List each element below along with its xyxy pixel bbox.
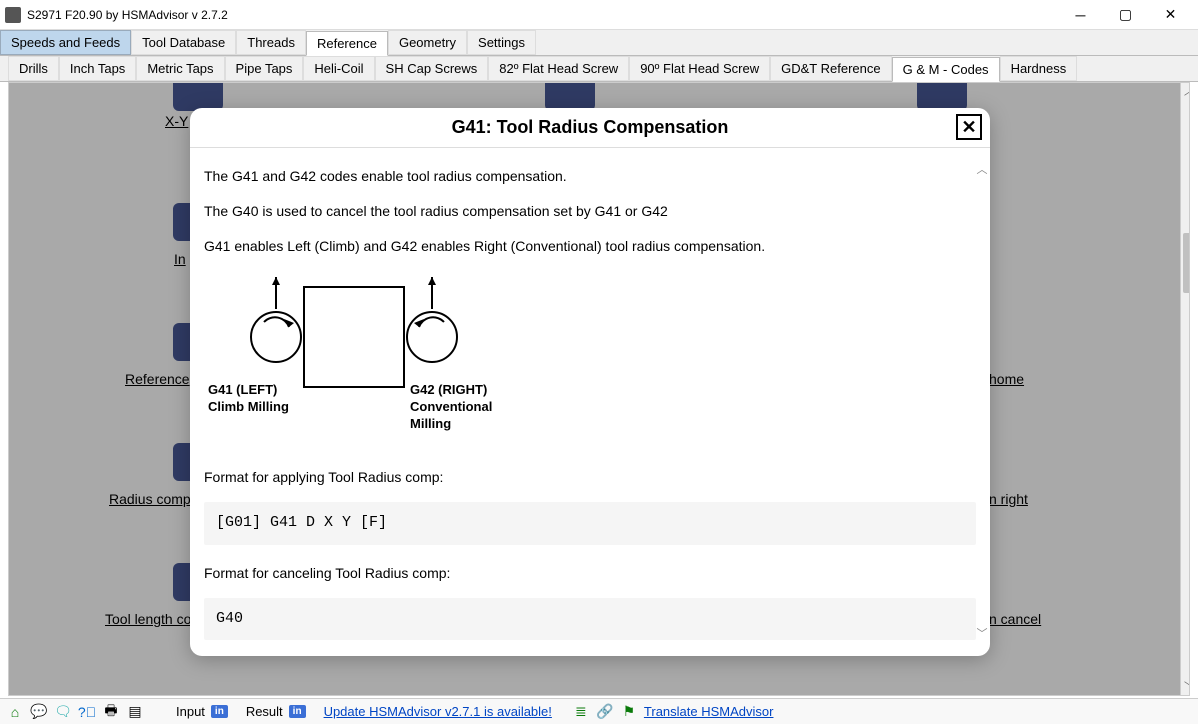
status-bar: ⌂ 💬 🗨 ?⃝ 🖶 ▤ Input in Result in Update H… [0, 698, 1198, 724]
chevron-down-icon[interactable]: ﹀ [1181, 678, 1190, 695]
diagram-label-left-1: G41 (LEFT) [208, 382, 289, 399]
translate-link[interactable]: Translate HSMAdvisor [644, 704, 774, 719]
cloud-sync-icon[interactable]: 🔗 [596, 703, 614, 721]
gcode-chip[interactable] [173, 82, 223, 111]
chat-icon[interactable]: 💬 [30, 703, 48, 721]
gcode-link[interactable]: n right [989, 491, 1028, 507]
modal-paragraph: The G40 is used to cancel the tool radiu… [204, 201, 976, 222]
app-icon [5, 7, 21, 23]
gcode-chip[interactable] [917, 82, 967, 111]
result-unit-chip[interactable]: in [289, 705, 306, 718]
gcode-link[interactable]: X-Y [165, 113, 188, 129]
main-tab-bar: Speeds and Feeds Tool Database Threads R… [0, 30, 1198, 56]
format-apply-label: Format for applying Tool Radius comp: [204, 467, 976, 488]
help-icon[interactable]: ?⃝ [78, 703, 96, 721]
radius-comp-diagram: G41 (LEFT) Climb Milling G42 (RIGHT) Con… [204, 277, 976, 437]
gcode-link[interactable]: Tool length co [105, 611, 191, 627]
gcode-link[interactable]: Radius comp [109, 491, 191, 507]
format-cancel-label: Format for canceling Tool Radius comp: [204, 563, 976, 584]
gcode-link[interactable]: home [989, 371, 1024, 387]
modal-paragraph: G41 enables Left (Climb) and G42 enables… [204, 236, 976, 257]
chevron-up-icon[interactable]: ︿ [976, 162, 988, 179]
input-label: Input [176, 704, 205, 719]
modal-scrollbar[interactable]: ︿ ﹀ [976, 162, 988, 642]
tab-speeds-and-feeds[interactable]: Speeds and Feeds [0, 30, 131, 55]
sub-tab-heli-coil[interactable]: Heli-Coil [303, 56, 374, 81]
scrollbar-thumb[interactable] [1183, 233, 1190, 293]
reference-sub-tab-bar: Drills Inch Taps Metric Taps Pipe Taps H… [0, 56, 1198, 82]
sub-tab-pipe-taps[interactable]: Pipe Taps [225, 56, 304, 81]
diagram-label-right-2: Conventional [410, 399, 492, 416]
update-link[interactable]: Update HSMAdvisor v2.7.1 is available! [324, 704, 552, 719]
modal-body: The G41 and G42 codes enable tool radius… [190, 148, 990, 656]
sub-tab-metric-taps[interactable]: Metric Taps [136, 56, 224, 81]
result-label: Result [246, 704, 283, 719]
diagram-label-right-1: G42 (RIGHT) [410, 382, 492, 399]
notes-icon[interactable]: ▤ [126, 703, 144, 721]
sub-tab-sh-cap-screws[interactable]: SH Cap Screws [375, 56, 489, 81]
input-unit-chip[interactable]: in [211, 705, 228, 718]
code-apply: [G01] G41 D X Y [F] [204, 502, 976, 545]
sub-tab-drills[interactable]: Drills [8, 56, 59, 81]
tab-threads[interactable]: Threads [236, 30, 306, 55]
sub-tab-90-flat-head[interactable]: 90º Flat Head Screw [629, 56, 770, 81]
print-icon[interactable]: 🖶 [102, 703, 120, 721]
titlebar: S2971 F20.90 by HSMAdvisor v 2.7.2 ─ ▢ ✕ [0, 0, 1198, 30]
comment-icon[interactable]: 🗨 [54, 703, 72, 721]
gcode-link[interactable]: Reference [125, 371, 190, 387]
diagram-label-left-2: Climb Milling [208, 399, 289, 416]
home-icon[interactable]: ⌂ [6, 703, 24, 721]
gcode-detail-modal: G41: Tool Radius Compensation ✕ The G41 … [190, 108, 990, 656]
sub-tab-inch-taps[interactable]: Inch Taps [59, 56, 136, 81]
code-cancel: G40 [204, 598, 976, 641]
gcode-link[interactable]: n cancel [989, 611, 1041, 627]
content-scrollbar[interactable]: ︿ ﹀ [1180, 83, 1190, 695]
close-icon: ✕ [961, 117, 976, 138]
tab-reference[interactable]: Reference [306, 31, 388, 56]
gcode-chip[interactable] [545, 82, 595, 111]
sub-tab-gm-codes[interactable]: G & M - Codes [892, 57, 1000, 82]
modal-title: G41: Tool Radius Compensation [452, 117, 729, 138]
sub-tab-hardness[interactable]: Hardness [1000, 56, 1078, 81]
diagram-label-right-3: Milling [410, 416, 492, 433]
close-window-button[interactable]: ✕ [1148, 0, 1193, 30]
modal-close-button[interactable]: ✕ [956, 114, 982, 140]
modal-paragraph: The G41 and G42 codes enable tool radius… [204, 166, 976, 187]
database-icon[interactable]: ≣ [572, 703, 590, 721]
maximize-button[interactable]: ▢ [1103, 0, 1148, 30]
sub-tab-82-flat-head[interactable]: 82º Flat Head Screw [488, 56, 629, 81]
chevron-up-icon[interactable]: ︿ [1181, 83, 1190, 100]
gcode-link[interactable]: In [174, 251, 186, 267]
sub-tab-gdt-reference[interactable]: GD&T Reference [770, 56, 891, 81]
tab-settings[interactable]: Settings [467, 30, 536, 55]
flag-icon[interactable]: ⚑ [620, 703, 638, 721]
chevron-down-icon[interactable]: ﹀ [976, 626, 988, 643]
tab-tool-database[interactable]: Tool Database [131, 30, 236, 55]
minimize-button[interactable]: ─ [1058, 0, 1103, 30]
window-title: S2971 F20.90 by HSMAdvisor v 2.7.2 [27, 8, 1058, 22]
modal-header: G41: Tool Radius Compensation ✕ [190, 108, 990, 148]
tab-geometry[interactable]: Geometry [388, 30, 467, 55]
